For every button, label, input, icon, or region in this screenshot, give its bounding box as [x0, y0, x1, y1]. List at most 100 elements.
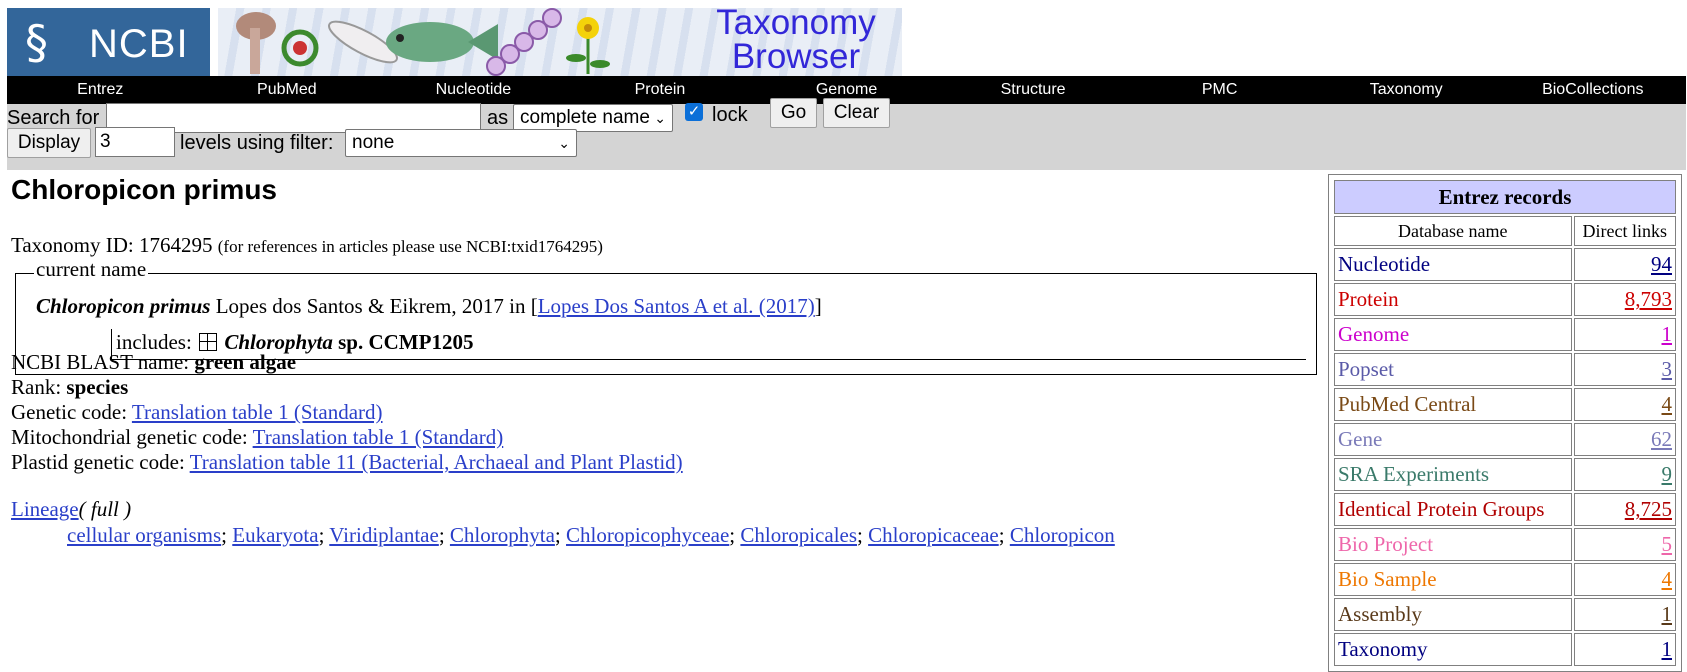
lineage-item[interactable]: Eukaryota [232, 523, 318, 547]
levels-input[interactable] [95, 127, 175, 157]
direct-link-cell: 8,793 [1573, 283, 1676, 316]
title-line-2: Browser [731, 37, 861, 76]
lineage-full-toggle[interactable]: ( full ) [79, 497, 132, 521]
search-form: Search for as complete name ⌄ ✓ lock Go … [7, 98, 1686, 170]
includes-strain: sp. CCMP1205 [338, 330, 474, 354]
lineage-item[interactable]: Chloropicon [1010, 523, 1115, 547]
current-name-row: Chloropicon primus Lopes dos Santos & Ei… [36, 294, 822, 318]
header-banner: § NCBI Taxonomy Browser [7, 8, 902, 76]
mito-code-link[interactable]: Translation table 1 (Standard) [253, 425, 504, 449]
direct-link-count[interactable]: 4 [1662, 567, 1673, 591]
plastid-code-label: Plastid genetic code: [11, 450, 185, 474]
direct-link-cell: 5 [1573, 528, 1676, 561]
page-title: Chloropicon primus [11, 174, 277, 205]
entrez-records-title: Entrez records [1334, 180, 1676, 214]
rank-line: Rank: species [11, 375, 128, 400]
direct-link-cell: 3 [1573, 353, 1676, 386]
nav-pmc[interactable]: PMC [1126, 76, 1313, 104]
lineage-item[interactable]: Chloropicaceae [868, 523, 999, 547]
lineage-item[interactable]: Chloropicales [740, 523, 857, 547]
name-type-value: complete name [520, 107, 650, 128]
genetic-code-link[interactable]: Translation table 1 (Standard) [132, 400, 383, 424]
mito-code-label: Mitochondrial genetic code: [11, 425, 248, 449]
lock-checkbox[interactable]: ✓ [685, 103, 703, 121]
current-name-legend: current name [34, 257, 149, 282]
ncbi-logo[interactable]: § NCBI [7, 8, 210, 76]
genetic-code-line: Genetic code: Translation table 1 (Stand… [11, 400, 383, 425]
mito-code-line: Mitochondrial genetic code: Translation … [11, 425, 503, 450]
rank-label: Rank: [11, 375, 62, 399]
direct-link-cell: 4 [1573, 563, 1676, 596]
display-button[interactable]: Display [7, 128, 91, 158]
lineage-item[interactable]: Chloropicophyceae [566, 523, 729, 547]
taxonomy-id-value: 1764295 [139, 233, 213, 257]
entrez-rows: Nucleotide 94 Protein 8,793 Genome 1 Popset 3 Pu… [1334, 248, 1676, 666]
direct-link-count[interactable]: 1 [1662, 602, 1673, 626]
database-name: SRA Experiments [1334, 458, 1572, 491]
nav-taxonomy[interactable]: Taxonomy [1313, 76, 1500, 104]
table-row: Nucleotide 94 [1334, 248, 1676, 281]
database-name: Identical Protein Groups [1334, 493, 1572, 526]
taxonomy-id-line: Taxonomy ID: 1764295 (for references in … [11, 233, 603, 258]
direct-link-cell: 1 [1573, 598, 1676, 631]
database-name: PubMed Central [1334, 388, 1572, 421]
direct-link-cell: 1 [1573, 318, 1676, 351]
authority-text: Lopes dos Santos & Eikrem, 2017 in [215, 294, 526, 318]
nav-entrez[interactable]: Entrez [7, 76, 194, 104]
table-row: Genome 1 [1334, 318, 1676, 351]
direct-link-cell: 8,725 [1573, 493, 1676, 526]
blast-name-value: green algae [194, 350, 297, 374]
go-button[interactable]: Go [770, 98, 817, 128]
nav-structure[interactable]: Structure [940, 76, 1127, 104]
genetic-code-label: Genetic code: [11, 400, 128, 424]
database-name: Taxonomy [1334, 633, 1572, 666]
rank-value: species [66, 375, 129, 399]
lineage-list: cellular organisms; Eukaryota; Viridipla… [67, 523, 1115, 547]
as-label: as [487, 107, 509, 129]
lineage-heading: Lineage( full ) [11, 497, 131, 522]
column-header-database: Database name [1334, 216, 1572, 246]
taxonomy-browser-banner: Taxonomy Browser [218, 8, 902, 76]
direct-link-count[interactable]: 4 [1662, 392, 1673, 416]
nav-biocollections[interactable]: BioCollections [1500, 76, 1687, 104]
nav-pubmed[interactable]: PubMed [194, 76, 381, 104]
lineage-link[interactable]: Lineage [11, 497, 79, 521]
filter-value: none [352, 132, 395, 153]
direct-link-count[interactable]: 94 [1651, 252, 1672, 276]
direct-link-count[interactable]: 8,725 [1625, 497, 1672, 521]
database-name: Assembly [1334, 598, 1572, 631]
blast-name-label: NCBI BLAST name: [11, 350, 190, 374]
database-name: Genome [1334, 318, 1572, 351]
column-header-links: Direct links [1573, 216, 1676, 246]
lineage-item[interactable]: Viridiplantae [329, 523, 439, 547]
direct-link-count[interactable]: 8,793 [1625, 287, 1672, 311]
direct-link-cell: 62 [1573, 423, 1676, 456]
direct-link-count[interactable]: 1 [1662, 637, 1673, 661]
direct-link-count[interactable]: 3 [1662, 357, 1673, 381]
direct-link-count[interactable]: 1 [1662, 322, 1673, 346]
clear-button[interactable]: Clear [823, 98, 890, 128]
nav-protein[interactable]: Protein [567, 76, 754, 104]
direct-link-count[interactable]: 9 [1662, 462, 1673, 486]
expand-plus-icon[interactable] [199, 333, 218, 351]
plastid-code-link[interactable]: Translation table 11 (Bacterial, Archaea… [190, 450, 683, 474]
table-row: Protein 8,793 [1334, 283, 1676, 316]
reference-link[interactable]: Lopes Dos Santos A et al. (2017) [538, 294, 815, 318]
table-row: SRA Experiments 9 [1334, 458, 1676, 491]
lineage-item[interactable]: cellular organisms [67, 523, 221, 547]
filter-select[interactable]: none ⌄ [345, 129, 577, 157]
database-name: Bio Sample [1334, 563, 1572, 596]
lineage-item[interactable]: Chlorophyta [450, 523, 555, 547]
nav-nucleotide[interactable]: Nucleotide [380, 76, 567, 104]
ncbi-logo-text: NCBI [89, 22, 189, 66]
table-row: Popset 3 [1334, 353, 1676, 386]
direct-link-cell: 1 [1573, 633, 1676, 666]
name-type-select[interactable]: complete name ⌄ [513, 104, 673, 132]
direct-link-cell: 94 [1573, 248, 1676, 281]
scientific-name: Chloropicon primus [36, 294, 211, 318]
direct-link-count[interactable]: 5 [1662, 532, 1673, 556]
table-row: Gene 62 [1334, 423, 1676, 456]
database-name: Nucleotide [1334, 248, 1572, 281]
direct-link-count[interactable]: 62 [1651, 427, 1672, 451]
table-row: Taxonomy 1 [1334, 633, 1676, 666]
